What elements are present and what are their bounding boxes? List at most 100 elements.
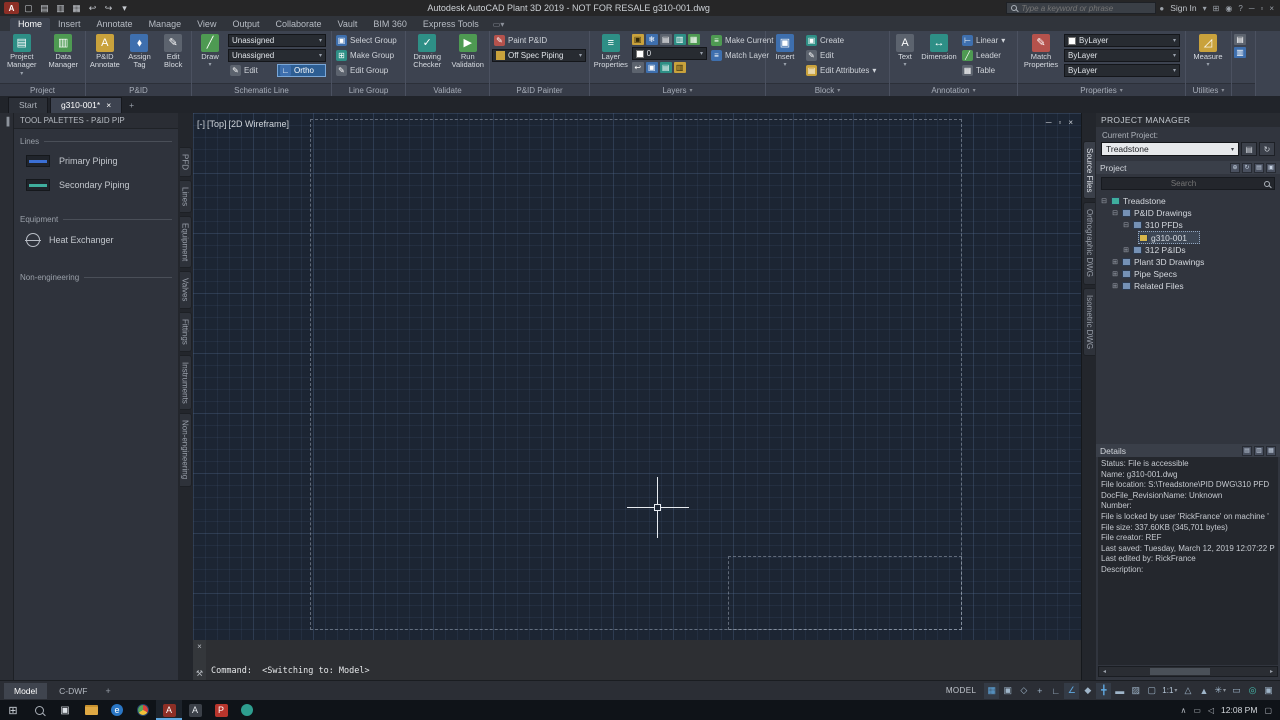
tree-node-related-files[interactable]: ⊞ Related Files [1098,280,1278,292]
command-customize-icon[interactable]: ⚒ [196,669,203,678]
minimize-window-icon[interactable]: ─ [1249,4,1255,13]
ribbon-tab-annotate[interactable]: Annotate [89,18,141,31]
draw-button[interactable]: ╱ Draw ▾ [194,32,226,82]
collapse-icon[interactable]: ⊟ [1111,209,1119,217]
palette-tab-lines[interactable]: Lines [179,180,192,214]
match-properties-button[interactable]: ✎ Match Properties [1020,32,1062,82]
ribbon-tab-home[interactable]: Home [10,18,51,31]
edit-block-button[interactable]: ✎ Edit Block [157,32,189,82]
lineweight-combo[interactable]: ByLayer ▾ [1064,64,1180,77]
new-layout-button[interactable]: + [99,683,116,699]
panel-expand-icon[interactable]: ▾ [837,87,840,94]
help-search[interactable] [1006,2,1157,14]
pid-annotate-button[interactable]: A P&ID Annotate [88,32,122,82]
pm-tab-isometric-dwg[interactable]: Isometric DWG [1083,287,1095,356]
layout-tab-model[interactable]: Model [4,682,48,699]
draw-dropdown-icon[interactable]: ▾ [208,62,211,69]
infer-constraints-icon[interactable]: ◇ [1016,683,1031,699]
tree-node-pipe-specs[interactable]: ⊞ Pipe Specs [1098,268,1278,280]
ribbon-tab-insert[interactable]: Insert [50,18,89,31]
panel-expand-icon[interactable]: ▾ [1120,87,1123,94]
command-close-icon[interactable]: × [197,642,202,651]
table-button[interactable]: ▦ Table [960,64,1012,77]
volume-icon[interactable]: ◁ [1208,706,1214,715]
workspace-switching-icon[interactable]: ✳ ▾ [1212,683,1228,699]
paste-icon[interactable]: ▤ [1234,34,1246,45]
palette-tab-pfd[interactable]: PFD [179,147,192,177]
file-tab-close-icon[interactable]: × [106,100,111,110]
ribbon-tab-express-tools[interactable]: Express Tools [415,18,487,31]
drawing-canvas[interactable]: [-] [Top] [2D Wireframe] ─ ▫ × × ⚒ Comma… [193,113,1081,680]
layout-tab-cdwf[interactable]: C-DWF [49,683,97,699]
task-view-button[interactable]: ▣ [52,700,78,720]
ortho-mode-icon[interactable]: ∟ [1048,683,1063,699]
project-search[interactable] [1101,177,1275,190]
tree-node-310-pfds[interactable]: ⊟ 310 PFDs [1098,219,1278,231]
open-project-icon[interactable]: ▤ [1241,142,1257,156]
sign-in-dropdown-icon[interactable]: ▾ [1203,4,1207,13]
annotation-scale-control[interactable]: 1:1 ▾ [1160,683,1179,699]
project-search-input[interactable] [1106,179,1261,188]
refresh-project-icon[interactable]: ↻ [1259,142,1275,156]
viewport-visual-style-control[interactable]: [2D Wireframe] [229,119,290,129]
refresh-tree-icon[interactable]: ↻ [1242,162,1252,173]
line-group-combo[interactable]: Unassigned ▾ [228,49,326,62]
layer-freeze-icon[interactable]: ❄ [645,34,658,45]
panel-expand-icon[interactable]: ▾ [1221,87,1224,94]
off-spec-piping-combo[interactable]: Off Spec Piping ▾ [492,49,586,62]
viewport-controls-menu[interactable]: [-] [197,119,205,129]
run-validation-button[interactable]: ▶ Run Validation [449,32,488,82]
qat-dropdown-icon[interactable]: ▾ [118,2,131,14]
redo-icon[interactable]: ↪ [102,2,115,14]
save-icon[interactable]: ▥ [54,2,67,14]
layer-off-icon[interactable]: ▣ [631,34,644,45]
transparency-icon[interactable]: ▨ [1128,683,1143,699]
project-manager-dropdown-icon[interactable]: ▾ [20,71,23,78]
start-button[interactable]: ⊞ [0,700,26,720]
help-icon[interactable]: ? [1238,4,1242,13]
paint-pid-button[interactable]: ✎ Paint P&ID [492,34,586,47]
annotation-monitor-icon[interactable]: ▭ [1229,683,1244,699]
application-menu-icon[interactable]: A [4,2,19,14]
palette-tab-instruments[interactable]: Instruments [179,354,192,411]
line-type-combo[interactable]: Unassigned ▾ [228,34,326,47]
command-history[interactable]: Command: <Switching to: Model> Regenerat… [206,640,1081,680]
leader-button[interactable]: ╱ Leader [960,49,1012,62]
tree-node-plant3d-drawings[interactable]: ⊞ Plant 3D Drawings [1098,256,1278,268]
insert-block-button[interactable]: ▣ Insert ▾ [768,32,802,82]
autoscale-icon[interactable]: ▲ [1196,683,1211,699]
tree-node-treadstone[interactable]: ⊟ Treadstone [1098,195,1278,207]
layer-state-icon[interactable]: ▤ [659,62,672,73]
object-color-combo[interactable]: ByLayer ▾ [1064,34,1180,47]
assign-tag-button[interactable]: ⬧ Assign Tag [124,32,156,82]
lineweight-display-icon[interactable]: ▬ [1112,683,1127,699]
layer-previous-icon[interactable]: ↩ [631,62,644,73]
ribbon-tab-collaborate[interactable]: Collaborate [267,18,329,31]
edit-attributes-button[interactable]: ▤ Edit Attributes ▾ [804,64,884,77]
a360-avatar-icon[interactable]: ● [1159,4,1164,13]
close-window-icon[interactable]: × [1269,4,1274,13]
palette-title-strip[interactable]: ▐ [0,113,14,680]
new-drawing-icon[interactable]: ⊕ [1230,162,1240,173]
pin-panel-icon[interactable]: ▣ [1266,162,1276,173]
layer-isolate-icon[interactable]: ▥ [673,34,686,45]
drawing-checker-button[interactable]: ✓ Drawing Checker [408,32,447,82]
pm-tab-source-files[interactable]: Source Files [1083,141,1095,200]
expand-icon[interactable]: ⊞ [1111,270,1119,278]
plant3d-tool-icon[interactable] [234,700,260,720]
palette-properties-icon[interactable]: ▐ [4,117,10,126]
scroll-right-icon[interactable]: ▸ [1266,668,1277,675]
panel-expand-icon[interactable]: ▾ [690,87,693,94]
print-icon[interactable]: ▦ [70,2,83,14]
insert-dropdown-icon[interactable]: ▾ [783,62,786,69]
palette-tab-equipment[interactable]: Equipment [179,216,192,269]
object-snap-icon[interactable]: ╋ [1096,682,1112,699]
palette-tab-fittings[interactable]: Fittings [179,311,192,352]
measure-button[interactable]: ◿ Measure ▾ [1188,32,1228,82]
maximize-window-icon[interactable]: ▫ [1260,4,1263,13]
chrome-browser-icon[interactable] [130,700,156,720]
dimension-button[interactable]: ↔ Dimension [920,32,958,82]
edit-block-panel-button[interactable]: ✎ Edit [804,49,884,62]
layer-unisolate-icon[interactable]: ▦ [687,34,700,45]
drawing-close-icon[interactable]: × [1068,118,1073,127]
